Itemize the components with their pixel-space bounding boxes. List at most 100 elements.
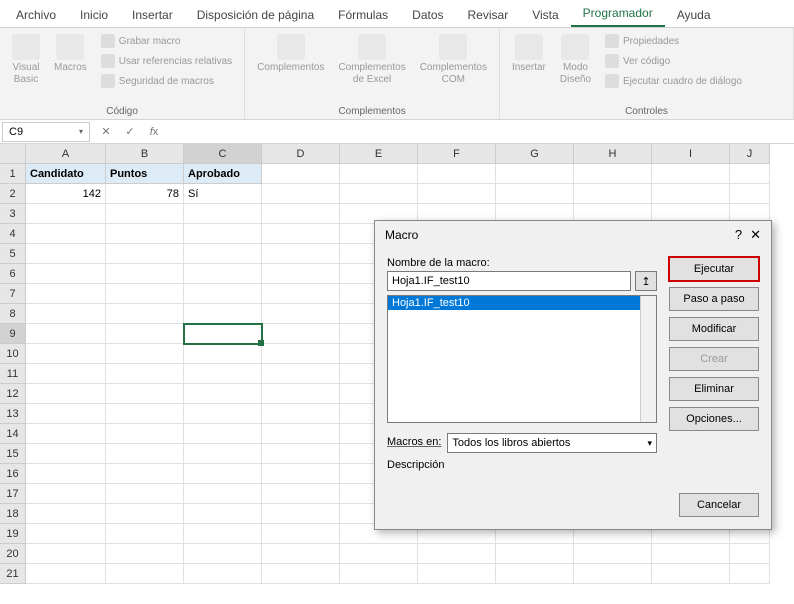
cancelar-button[interactable]: Cancelar: [679, 493, 759, 517]
ejecutar-button[interactable]: Ejecutar: [669, 257, 759, 281]
visual-basic-button[interactable]: Visual Basic: [8, 32, 44, 88]
cell-G1[interactable]: [496, 164, 574, 184]
cell-A11[interactable]: [26, 364, 106, 384]
cell-A7[interactable]: [26, 284, 106, 304]
cell-J1[interactable]: [730, 164, 770, 184]
cell-B9[interactable]: [106, 324, 184, 344]
tab-revisar[interactable]: Revisar: [456, 3, 521, 27]
cell-D13[interactable]: [262, 404, 340, 424]
macro-list-item[interactable]: Hoja1.IF_test10: [388, 296, 656, 310]
col-head-d[interactable]: D: [262, 144, 340, 164]
collapse-dialog-button[interactable]: ↥: [635, 271, 657, 291]
cell-J2[interactable]: [730, 184, 770, 204]
cell-I1[interactable]: [652, 164, 730, 184]
cell-H2[interactable]: [574, 184, 652, 204]
cell-B20[interactable]: [106, 544, 184, 564]
row-head-2[interactable]: 2: [0, 184, 26, 204]
cell-D15[interactable]: [262, 444, 340, 464]
col-head-j[interactable]: J: [730, 144, 770, 164]
tab-inicio[interactable]: Inicio: [68, 3, 120, 27]
cell-B15[interactable]: [106, 444, 184, 464]
row-head-6[interactable]: 6: [0, 264, 26, 284]
cell-D20[interactable]: [262, 544, 340, 564]
cell-A6[interactable]: [26, 264, 106, 284]
cell-A10[interactable]: [26, 344, 106, 364]
cell-A9[interactable]: [26, 324, 106, 344]
cell-B3[interactable]: [106, 204, 184, 224]
tab-disposicion[interactable]: Disposición de página: [185, 3, 326, 27]
row-head-7[interactable]: 7: [0, 284, 26, 304]
cell-A12[interactable]: [26, 384, 106, 404]
cell-D3[interactable]: [262, 204, 340, 224]
cell-D12[interactable]: [262, 384, 340, 404]
row-head-11[interactable]: 11: [0, 364, 26, 384]
tab-formulas[interactable]: Fórmulas: [326, 3, 400, 27]
row-head-13[interactable]: 13: [0, 404, 26, 424]
cell-C14[interactable]: [184, 424, 262, 444]
cell-B4[interactable]: [106, 224, 184, 244]
col-head-h[interactable]: H: [574, 144, 652, 164]
cell-C18[interactable]: [184, 504, 262, 524]
select-all-corner[interactable]: [0, 144, 26, 164]
cell-J21[interactable]: [730, 564, 770, 584]
cell-B21[interactable]: [106, 564, 184, 584]
macros-en-select[interactable]: Todos los libros abiertos ▾: [447, 433, 657, 453]
cell-G21[interactable]: [496, 564, 574, 584]
cell-A20[interactable]: [26, 544, 106, 564]
row-head-4[interactable]: 4: [0, 224, 26, 244]
cell-D18[interactable]: [262, 504, 340, 524]
cell-F20[interactable]: [418, 544, 496, 564]
dialog-titlebar[interactable]: Macro ? ✕: [375, 221, 771, 249]
cell-A13[interactable]: [26, 404, 106, 424]
row-head-19[interactable]: 19: [0, 524, 26, 544]
cell-D19[interactable]: [262, 524, 340, 544]
cell-C8[interactable]: [184, 304, 262, 324]
cancel-formula-icon[interactable]: ✕: [98, 125, 114, 138]
accept-formula-icon[interactable]: ✓: [122, 125, 138, 138]
seguridad-macros-button[interactable]: Seguridad de macros: [97, 72, 236, 90]
cell-B8[interactable]: [106, 304, 184, 324]
modificar-button[interactable]: Modificar: [669, 317, 759, 341]
cell-A18[interactable]: [26, 504, 106, 524]
col-head-b[interactable]: B: [106, 144, 184, 164]
fx-icon[interactable]: fx: [146, 126, 162, 138]
tab-datos[interactable]: Datos: [400, 3, 455, 27]
cell-D2[interactable]: [262, 184, 340, 204]
row-head-14[interactable]: 14: [0, 424, 26, 444]
cell-I20[interactable]: [652, 544, 730, 564]
cell-B1[interactable]: Puntos: [106, 164, 184, 184]
tab-ayuda[interactable]: Ayuda: [665, 3, 723, 27]
grabar-macro-button[interactable]: Grabar macro: [97, 32, 236, 50]
col-head-e[interactable]: E: [340, 144, 418, 164]
cell-C16[interactable]: [184, 464, 262, 484]
help-button[interactable]: ?: [735, 227, 742, 243]
close-icon[interactable]: ✕: [750, 227, 761, 243]
cell-A16[interactable]: [26, 464, 106, 484]
ejecutar-dialogo-button[interactable]: Ejecutar cuadro de diálogo: [601, 72, 746, 90]
cell-A17[interactable]: [26, 484, 106, 504]
cell-D7[interactable]: [262, 284, 340, 304]
cell-A1[interactable]: Candidato: [26, 164, 106, 184]
cell-B6[interactable]: [106, 264, 184, 284]
cell-D16[interactable]: [262, 464, 340, 484]
ver-codigo-button[interactable]: Ver código: [601, 52, 746, 70]
cell-C15[interactable]: [184, 444, 262, 464]
cell-C20[interactable]: [184, 544, 262, 564]
tab-insertar[interactable]: Insertar: [120, 3, 185, 27]
col-head-i[interactable]: I: [652, 144, 730, 164]
cell-A19[interactable]: [26, 524, 106, 544]
cell-C17[interactable]: [184, 484, 262, 504]
cell-C10[interactable]: [184, 344, 262, 364]
cell-I21[interactable]: [652, 564, 730, 584]
macro-list[interactable]: Hoja1.IF_test10: [387, 295, 657, 423]
cell-B17[interactable]: [106, 484, 184, 504]
macro-name-input[interactable]: [387, 271, 631, 291]
cell-D10[interactable]: [262, 344, 340, 364]
tab-programador[interactable]: Programador: [571, 1, 665, 27]
insertar-control-button[interactable]: Insertar: [508, 32, 550, 76]
cell-D21[interactable]: [262, 564, 340, 584]
cell-B7[interactable]: [106, 284, 184, 304]
cell-B5[interactable]: [106, 244, 184, 264]
row-head-20[interactable]: 20: [0, 544, 26, 564]
cell-E1[interactable]: [340, 164, 418, 184]
